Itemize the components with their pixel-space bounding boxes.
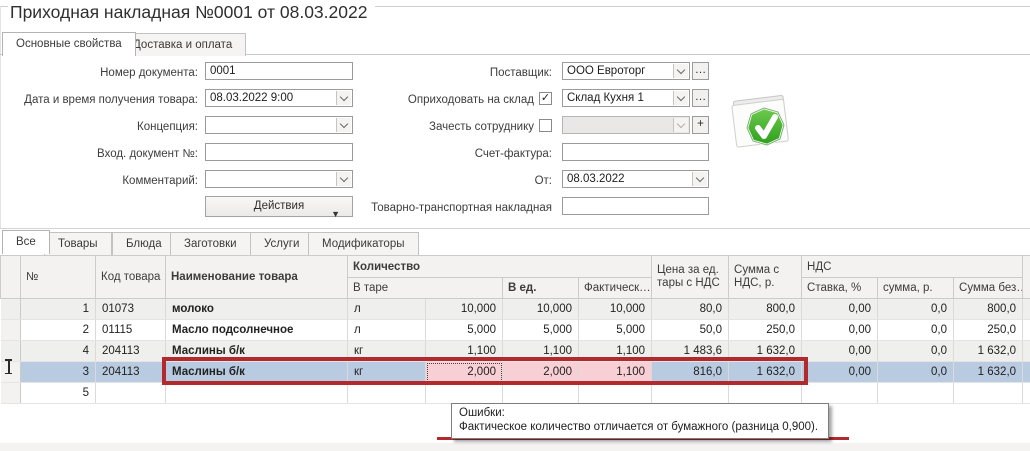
credit-employee-checkbox[interactable]	[539, 119, 552, 132]
from-date-combo[interactable]: 08.03.2022	[562, 170, 709, 188]
incoming-doc-label: Вход. документ №:	[0, 145, 198, 163]
post-to-store-checkbox[interactable]: ✓	[539, 92, 552, 105]
tab-delivery-payment[interactable]: Доставка и оплата	[119, 33, 246, 56]
from-date-label: От:	[330, 172, 552, 190]
bottom-strip	[0, 443, 1030, 451]
col-vat-rate[interactable]: Ставка, %	[802, 278, 878, 299]
qty-units-cell-error: 2,000	[503, 362, 579, 383]
store-browse-button[interactable]: …	[692, 89, 709, 107]
col-sum-no-vat[interactable]: Сумма без…	[954, 278, 1023, 299]
col-sum-vat[interactable]: Сумма с НДС, р.	[729, 256, 802, 299]
comment-label: Комментарий:	[0, 172, 198, 190]
items-table: № Код товара Наименование товара Количес…	[0, 255, 1030, 404]
error-tooltip-message: Фактическое количество отличается от бум…	[459, 420, 821, 434]
receipt-invoice-window: Приходная накладная №0001 от 08.03.2022 …	[0, 0, 1030, 451]
col-code[interactable]: Код товара	[96, 256, 166, 299]
qty-actual-cell-error: 1,100	[579, 362, 652, 383]
employee-combo-disabled	[562, 116, 690, 134]
table-row-empty[interactable]: 5	[1, 383, 1030, 404]
tab-goods[interactable]: Товары	[44, 232, 112, 255]
add-employee-button[interactable]: +	[692, 116, 709, 134]
tab-dishes[interactable]: Блюда	[112, 232, 176, 255]
error-tooltip-title: Ошибки:	[459, 406, 821, 420]
tab-main-properties[interactable]: Основные свойства	[2, 32, 136, 56]
col-vat-sum[interactable]: сумма, р.	[878, 278, 954, 299]
store-combo[interactable]: Склад Кухня 1	[562, 89, 690, 107]
chevron-down-icon[interactable]	[692, 172, 707, 186]
col-sliver	[1023, 256, 1030, 299]
tab-preparations[interactable]: Заготовки	[170, 232, 251, 255]
table-row-selected-error[interactable]: 3204113 Маслины б/ккг 2,000 2,000 1,100 …	[1, 362, 1030, 383]
col-num[interactable]: №	[21, 256, 96, 299]
supplier-browse-button[interactable]: …	[692, 62, 709, 80]
table-row[interactable]: 101073 молокол 10,00010,000 10,00080,0 8…	[1, 299, 1030, 320]
waybill-label: Товарно-транспортная накладная	[330, 199, 552, 217]
chevron-down-icon	[673, 118, 688, 132]
col-actual[interactable]: Фактическ…	[579, 278, 652, 299]
table-row[interactable]: 4204113 Маслины б/ккг 1,1001,100 1,1001 …	[1, 341, 1030, 362]
concept-label: Концепция:	[0, 118, 198, 136]
col-quantity-group[interactable]: Количество	[348, 256, 652, 278]
qty-tare-cell-error: 2,000	[426, 362, 503, 383]
tab-modifiers[interactable]: Модификаторы	[308, 232, 419, 255]
col-in-tare[interactable]: В таре	[348, 278, 503, 299]
chevron-down-icon[interactable]	[673, 91, 688, 105]
post-to-store-label: Оприходовать на склад	[330, 91, 534, 109]
credit-employee-label: Зачесть сотруднику	[330, 118, 534, 136]
invoice-input[interactable]	[562, 143, 709, 161]
page-title: Приходная накладная №0001 от 08.03.2022	[8, 2, 375, 23]
col-indicator	[1, 256, 21, 299]
col-in-units[interactable]: В ед.	[503, 278, 579, 299]
invoice-label: Счет-фактура:	[330, 145, 552, 163]
ibeam-cursor-icon	[4, 359, 13, 374]
checkmark-icon: ✓	[541, 92, 550, 104]
error-tooltip: Ошибки: Фактическое количество отличаетс…	[451, 403, 829, 439]
tab-all[interactable]: Все	[2, 230, 50, 254]
doc-number-label: Номер документа:	[0, 64, 198, 82]
supplier-combo[interactable]: ООО Евроторг	[562, 62, 690, 80]
table-tabstrip: Все Товары Блюда Заготовки Услуги Модифи…	[0, 230, 1030, 255]
supplier-label: Поставщик:	[330, 64, 552, 82]
document-check-icon	[726, 92, 798, 171]
col-price[interactable]: Цена за ед. тары с НДС	[652, 256, 729, 299]
col-name[interactable]: Наименование товара	[166, 256, 348, 299]
chevron-down-icon[interactable]	[673, 64, 688, 78]
col-vat-group[interactable]: НДС	[802, 256, 1023, 278]
waybill-input[interactable]	[562, 197, 709, 215]
section-divider	[0, 228, 1030, 229]
main-tabstrip: Основные свойства Доставка и оплата	[0, 32, 1030, 55]
receive-datetime-label: Дата и время получения товара:	[0, 91, 198, 109]
table-row[interactable]: 201115 Масло подсолнечноел 5,0005,000 5,…	[1, 320, 1030, 341]
tab-services[interactable]: Услуги	[250, 232, 313, 255]
